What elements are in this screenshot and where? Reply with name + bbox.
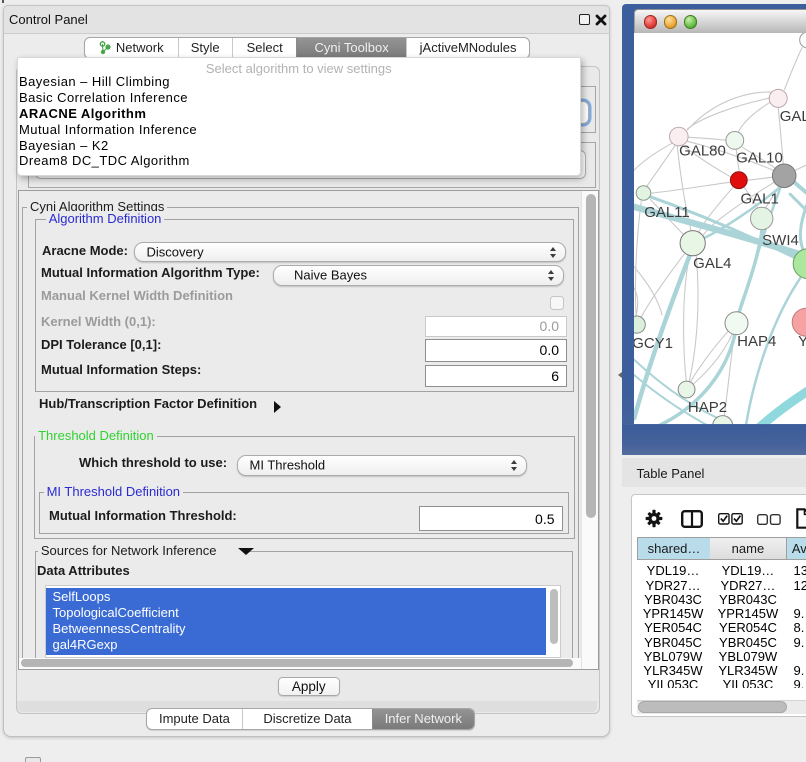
svg-text:GAL1: GAL1	[740, 190, 778, 207]
svg-text:HAP2: HAP2	[688, 399, 727, 416]
svg-text:GAL4: GAL4	[693, 255, 731, 272]
svg-text:GAL80: GAL80	[679, 142, 726, 159]
svg-text:Y: Y	[798, 333, 806, 350]
svg-text:SWI4: SWI4	[762, 232, 799, 249]
svg-text:GAL7: GAL7	[780, 108, 806, 125]
svg-text:GAL11: GAL11	[644, 204, 690, 221]
svg-text:GCY1: GCY1	[634, 335, 673, 352]
svg-text:GAL10: GAL10	[736, 149, 783, 166]
svg-text:HAP4: HAP4	[737, 333, 776, 350]
